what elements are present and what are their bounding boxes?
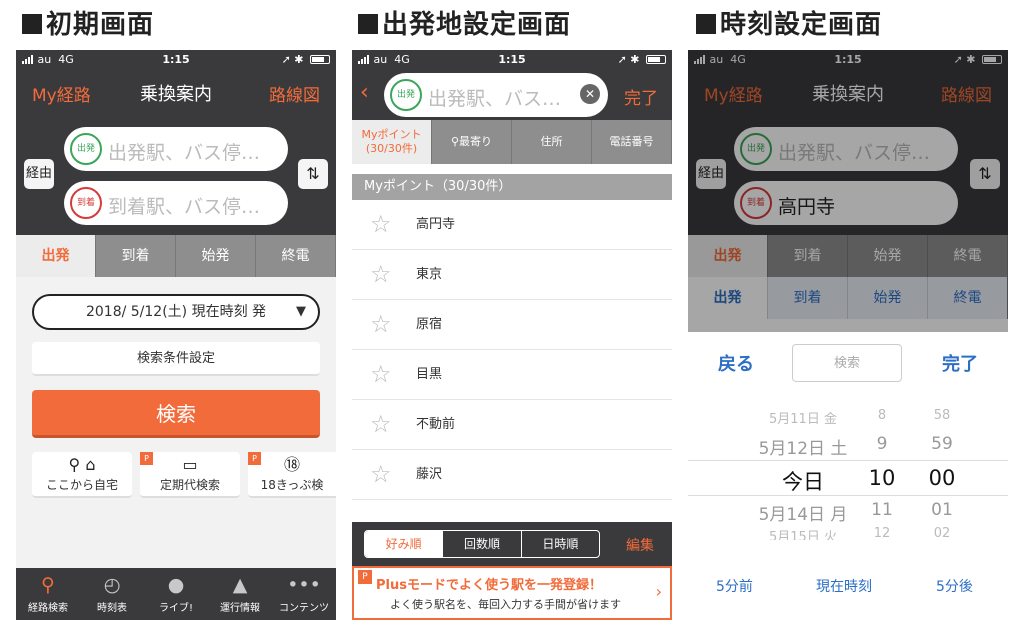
list-item[interactable]: ☆ 原宿 [352,300,672,350]
time-mode-tabs: 出発 到着 始発 終電 [16,235,336,277]
picker-selected-row: 今日 10 00 [688,460,1008,496]
plus-promo-banner[interactable]: P Plusモードでよく使う駅を一発登録！ よく使う駅名を、毎回入力する手間が省… [352,566,672,620]
home-route-button[interactable]: ⚲ ⌂ ここから自宅 [32,452,132,498]
picker-row: 5月12日 土 9 59 [758,434,953,459]
plus-5min-button[interactable]: 5分後 [936,576,973,596]
tab-last-train[interactable]: 終電 [256,235,336,277]
date-selector[interactable]: 2018/ 5/12(土) 現在時刻 発 ▼ [32,294,320,330]
route-map-link[interactable]: 路線図 [269,81,320,106]
done-button[interactable]: 完了 [942,350,978,376]
time-shortcuts: 5分前 現在時刻 5分後 [688,572,1008,602]
origin-badge: 出発 [70,133,102,165]
tab-first-train[interactable]: 始発 [176,235,256,277]
star-icon[interactable]: ☆ [370,300,392,348]
tabbar-timetable[interactable]: ◴ 時刻表 [80,568,144,620]
picker-row: 5月11日 金 8 58 [769,408,951,424]
tab-arrival[interactable]: 到着 [96,235,176,277]
tab-departure[interactable]: 出発 [16,235,96,277]
destination-field[interactable]: 到着 到着駅、バス停… [64,181,288,225]
tab-nearby[interactable]: ⚲最寄り [432,120,512,164]
initial-screen: au 4G 1:15 ➚ ✱ My経路 乗換案内 路線図 経由 出発 出発駅、バ… [16,50,336,620]
sort-favorite[interactable]: 好み順 [365,531,444,557]
tab-phone[interactable]: 電話番号 [592,120,672,164]
origin-field[interactable]: 出発 出発駅、バス停… [64,127,288,171]
nav-bar: ‹ 出発 出発駅、バス… ✕ 完了 [352,70,672,120]
plus-badge-icon: P [248,452,261,465]
route-input-area: 経由 出発 出発駅、バス停… 到着 到着駅、バス停… ⇅ [16,113,336,235]
sort-count[interactable]: 回数順 [443,531,522,557]
chevron-down-icon: ▼ [296,304,306,319]
plus-badge-icon: P [358,570,372,584]
sort-bar: 好み順 回数順 日時順 編集 [352,522,672,566]
picker-row: 5月15日 火 12 02 [769,526,951,540]
star-icon[interactable]: ☆ [370,400,392,448]
clear-icon[interactable]: ✕ [580,84,600,104]
done-button[interactable]: 完了 [624,84,658,109]
picker-row: 5月14日 月 11 01 [758,500,953,525]
source-tabs: Myポイント (30/30件) ⚲最寄り 住所 電話番号 [352,120,672,164]
back-chevron-icon[interactable]: ‹ [360,80,369,105]
search-conditions-button[interactable]: 検索条件設定 [32,342,320,376]
list-item[interactable]: ☆ 藤沢 [352,450,672,500]
origin-badge: 出発 [390,79,422,111]
search-button[interactable]: 検索 [792,344,902,382]
list-item[interactable]: ☆ 不動前 [352,400,672,450]
status-bar: au 4G 1:15 ➚ ✱ [352,50,672,70]
card-icon: ▭ [182,455,198,474]
timetable-icon: ◴ [103,574,121,596]
search-button[interactable]: 検索 [32,390,320,438]
tab-address[interactable]: 住所 [512,120,592,164]
destination-badge: 到着 [70,187,102,219]
star-icon[interactable]: ☆ [370,450,392,498]
plus-badge-icon: P [140,452,153,465]
tabbar-live[interactable]: ● ライブ! [144,568,208,620]
tabbar-contents[interactable]: ••• コンテンツ [272,568,336,620]
list-item[interactable]: ☆ 高円寺 [352,200,672,250]
star-icon[interactable]: ☆ [370,250,392,298]
seishun18-button[interactable]: P ⑱ 18きっぷ検 [248,452,336,498]
battery-icon: ➚ ✱ [282,53,330,66]
list-item[interactable]: ☆ 東京 [352,250,672,300]
time-setting-screen: au 4G 1:15 ➚ ✱ My経路 乗換案内 路線図 経由 出発 出発駅、バ… [688,50,1008,620]
tab-bar: ⚲ 経路検索 ◴ 時刻表 ● ライブ! ▲ 運行情報 ••• コンテンツ [16,568,336,620]
tabbar-route-search[interactable]: ⚲ 経路検索 [16,568,80,620]
status-bar: au 4G 1:15 ➚ ✱ [16,50,336,70]
warning-icon: ▲ [232,574,248,596]
commuter-pass-button[interactable]: P ▭ 定期代検索 [140,452,240,498]
nav-bar: My経路 乗換案内 路線図 [16,70,336,113]
section-header-initial: 初期画面 [22,4,154,41]
live-icon: ● [167,574,185,596]
chevron-right-icon: › [655,582,662,601]
minus-5min-button[interactable]: 5分前 [716,576,753,596]
origin-setting-screen: au 4G 1:15 ➚ ✱ ‹ 出発 出発駅、バス… ✕ 完了 Myポイント … [352,50,672,620]
back-button[interactable]: 戻る [718,350,754,376]
search-icon: ⚲ [41,574,55,596]
section-header-origin: 出発地設定画面 [358,4,571,41]
section-header-time: 時刻設定画面 [696,4,882,41]
more-icon: ••• [287,574,321,596]
datetime-picker[interactable]: 5月11日 金 8 58 5月12日 土 9 59 今日 10 00 5月14日 月 11 01… [688,402,1008,542]
star-icon[interactable]: ☆ [370,200,392,248]
modal-overlay [688,50,1008,332]
origin-search-input[interactable]: 出発 出発駅、バス… ✕ [384,73,608,117]
list-item[interactable]: ☆ 目黒 [352,350,672,400]
via-button[interactable]: 経由 [24,159,54,189]
battery-icon: ➚ ✱ [618,53,666,66]
pin-icon: ⚲ [450,135,460,148]
sort-datetime[interactable]: 日時順 [522,531,599,557]
home-icon: ⚲ ⌂ [68,455,96,474]
edit-button[interactable]: 編集 [626,535,654,555]
current-time-button[interactable]: 現在時刻 [816,576,872,596]
star-icon[interactable]: ☆ [370,350,392,398]
swap-icon[interactable]: ⇅ [298,159,328,189]
ticket-icon: ⑱ [283,455,300,474]
tab-my-points[interactable]: Myポイント (30/30件) [352,120,432,164]
section-header: Myポイント（30/30件） [352,174,672,200]
sort-segment: 好み順 回数順 日時順 [364,530,600,558]
station-list: ☆ 高円寺 ☆ 東京 ☆ 原宿 ☆ 目黒 ☆ 不動前 ☆ 藤沢 [352,200,672,500]
tabbar-service-info[interactable]: ▲ 運行情報 [208,568,272,620]
picker-controls: 戻る 検索 完了 [688,336,1008,392]
